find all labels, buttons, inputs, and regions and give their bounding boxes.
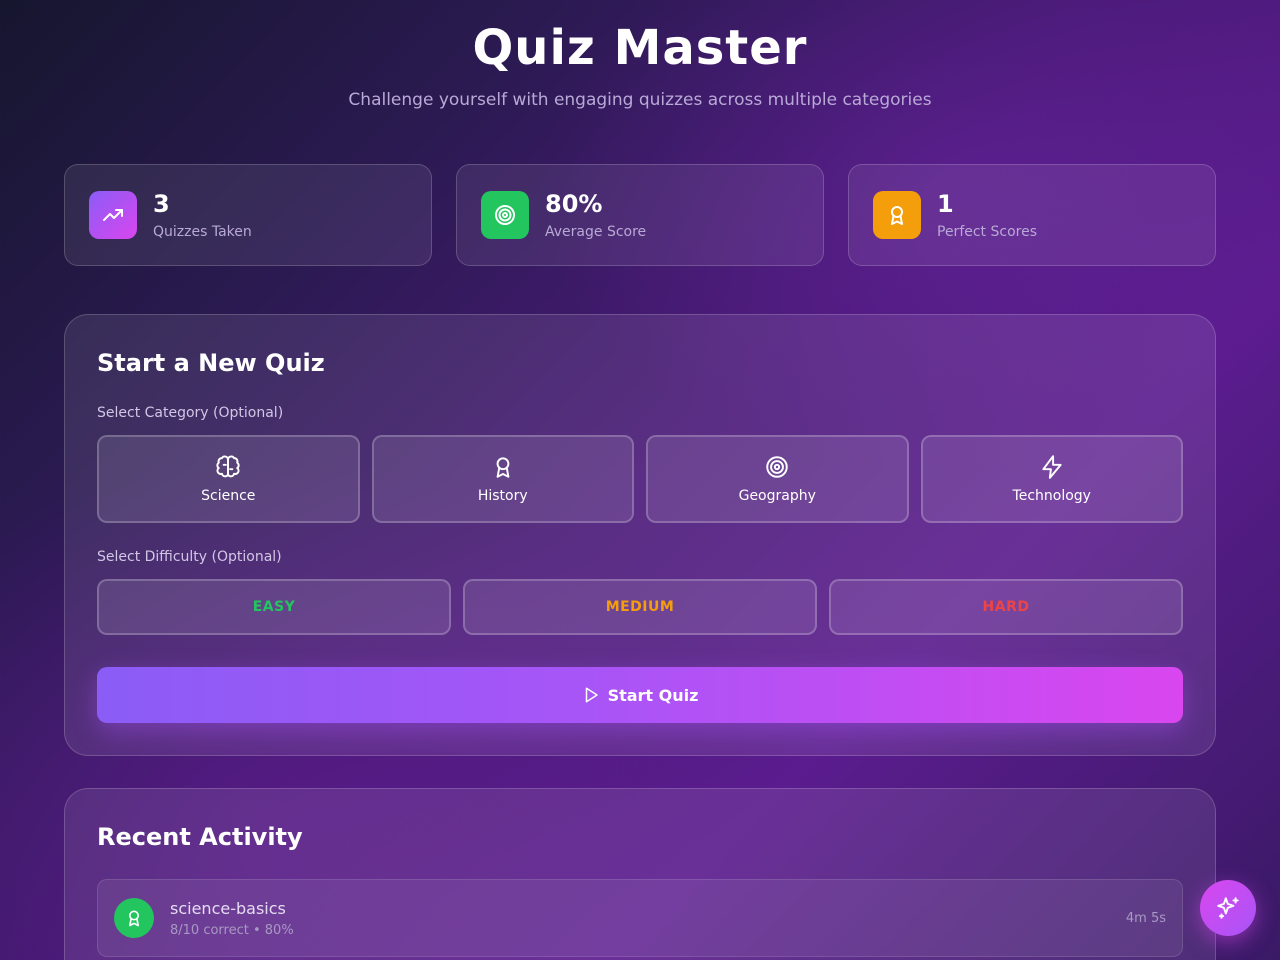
stat-value: 1 <box>937 190 954 218</box>
play-icon <box>585 687 598 703</box>
sparkles-icon <box>1217 897 1239 919</box>
category-label-text: History <box>477 488 528 504</box>
category-science-button[interactable]: Science <box>97 435 360 523</box>
stat-label: Quizzes Taken <box>153 224 252 240</box>
recent-activity-title: Recent Activity <box>97 823 303 851</box>
difficulty-medium-button[interactable]: MEDIUM <box>463 579 817 635</box>
recent-activity-panel: Recent Activity science-basics 8/10 corr… <box>64 788 1216 960</box>
start-quiz-button[interactable]: Start Quiz <box>97 667 1183 723</box>
page-header: Quiz Master Challenge yourself with enga… <box>0 18 1280 110</box>
difficulty-hard-button[interactable]: HARD <box>829 579 1183 635</box>
start-quiz-label: Start Quiz <box>607 685 699 705</box>
category-label-text: Technology <box>1012 488 1091 504</box>
stat-label: Perfect Scores <box>937 224 1037 240</box>
activity-result: 8/10 correct • 80% <box>170 922 294 938</box>
trending-up-icon <box>89 191 137 239</box>
difficulty-easy-button[interactable]: EASY <box>97 579 451 635</box>
award-icon <box>873 191 921 239</box>
category-label: Select Category (Optional) <box>97 405 284 421</box>
stat-card-perfect-scores: 1 Perfect Scores <box>848 164 1216 266</box>
new-quiz-panel: Start a New Quiz Select Category (Option… <box>64 314 1216 756</box>
difficulty-options: EASY MEDIUM HARD <box>97 579 1183 635</box>
activity-duration: 4m 5s <box>1125 910 1166 926</box>
category-label-text: Geography <box>738 488 816 504</box>
stat-label: Average Score <box>545 224 647 240</box>
stat-card-average-score: 80% Average Score <box>456 164 824 266</box>
category-geography-button[interactable]: Geography <box>646 435 909 523</box>
difficulty-label: Select Difficulty (Optional) <box>97 549 282 565</box>
category-technology-button[interactable]: Technology <box>920 435 1183 523</box>
target-icon <box>766 456 788 478</box>
award-icon <box>496 457 510 478</box>
zap-icon <box>1042 455 1062 479</box>
stats-row: 3 Quizzes Taken 80% Average Score 1 Perf… <box>64 164 1216 266</box>
stat-value: 80% <box>545 190 603 218</box>
activity-item[interactable]: science-basics 8/10 correct • 80% 4m 5s <box>97 879 1183 957</box>
brain-icon <box>216 455 240 478</box>
stat-card-quizzes-taken: 3 Quizzes Taken <box>64 164 432 266</box>
sparkles-fab-button[interactable] <box>1200 880 1256 936</box>
target-icon <box>481 191 529 239</box>
page-title: Quiz Master <box>472 20 808 76</box>
category-label-text: Science <box>201 488 256 504</box>
page-subtitle: Challenge yourself with engaging quizzes… <box>348 90 932 110</box>
activity-quiz-name: science-basics <box>170 898 286 918</box>
category-history-button[interactable]: History <box>371 435 634 523</box>
award-icon <box>114 898 154 938</box>
category-options: Science History Geography Technology <box>97 435 1183 523</box>
new-quiz-title: Start a New Quiz <box>97 349 325 377</box>
stat-value: 3 <box>153 190 170 218</box>
